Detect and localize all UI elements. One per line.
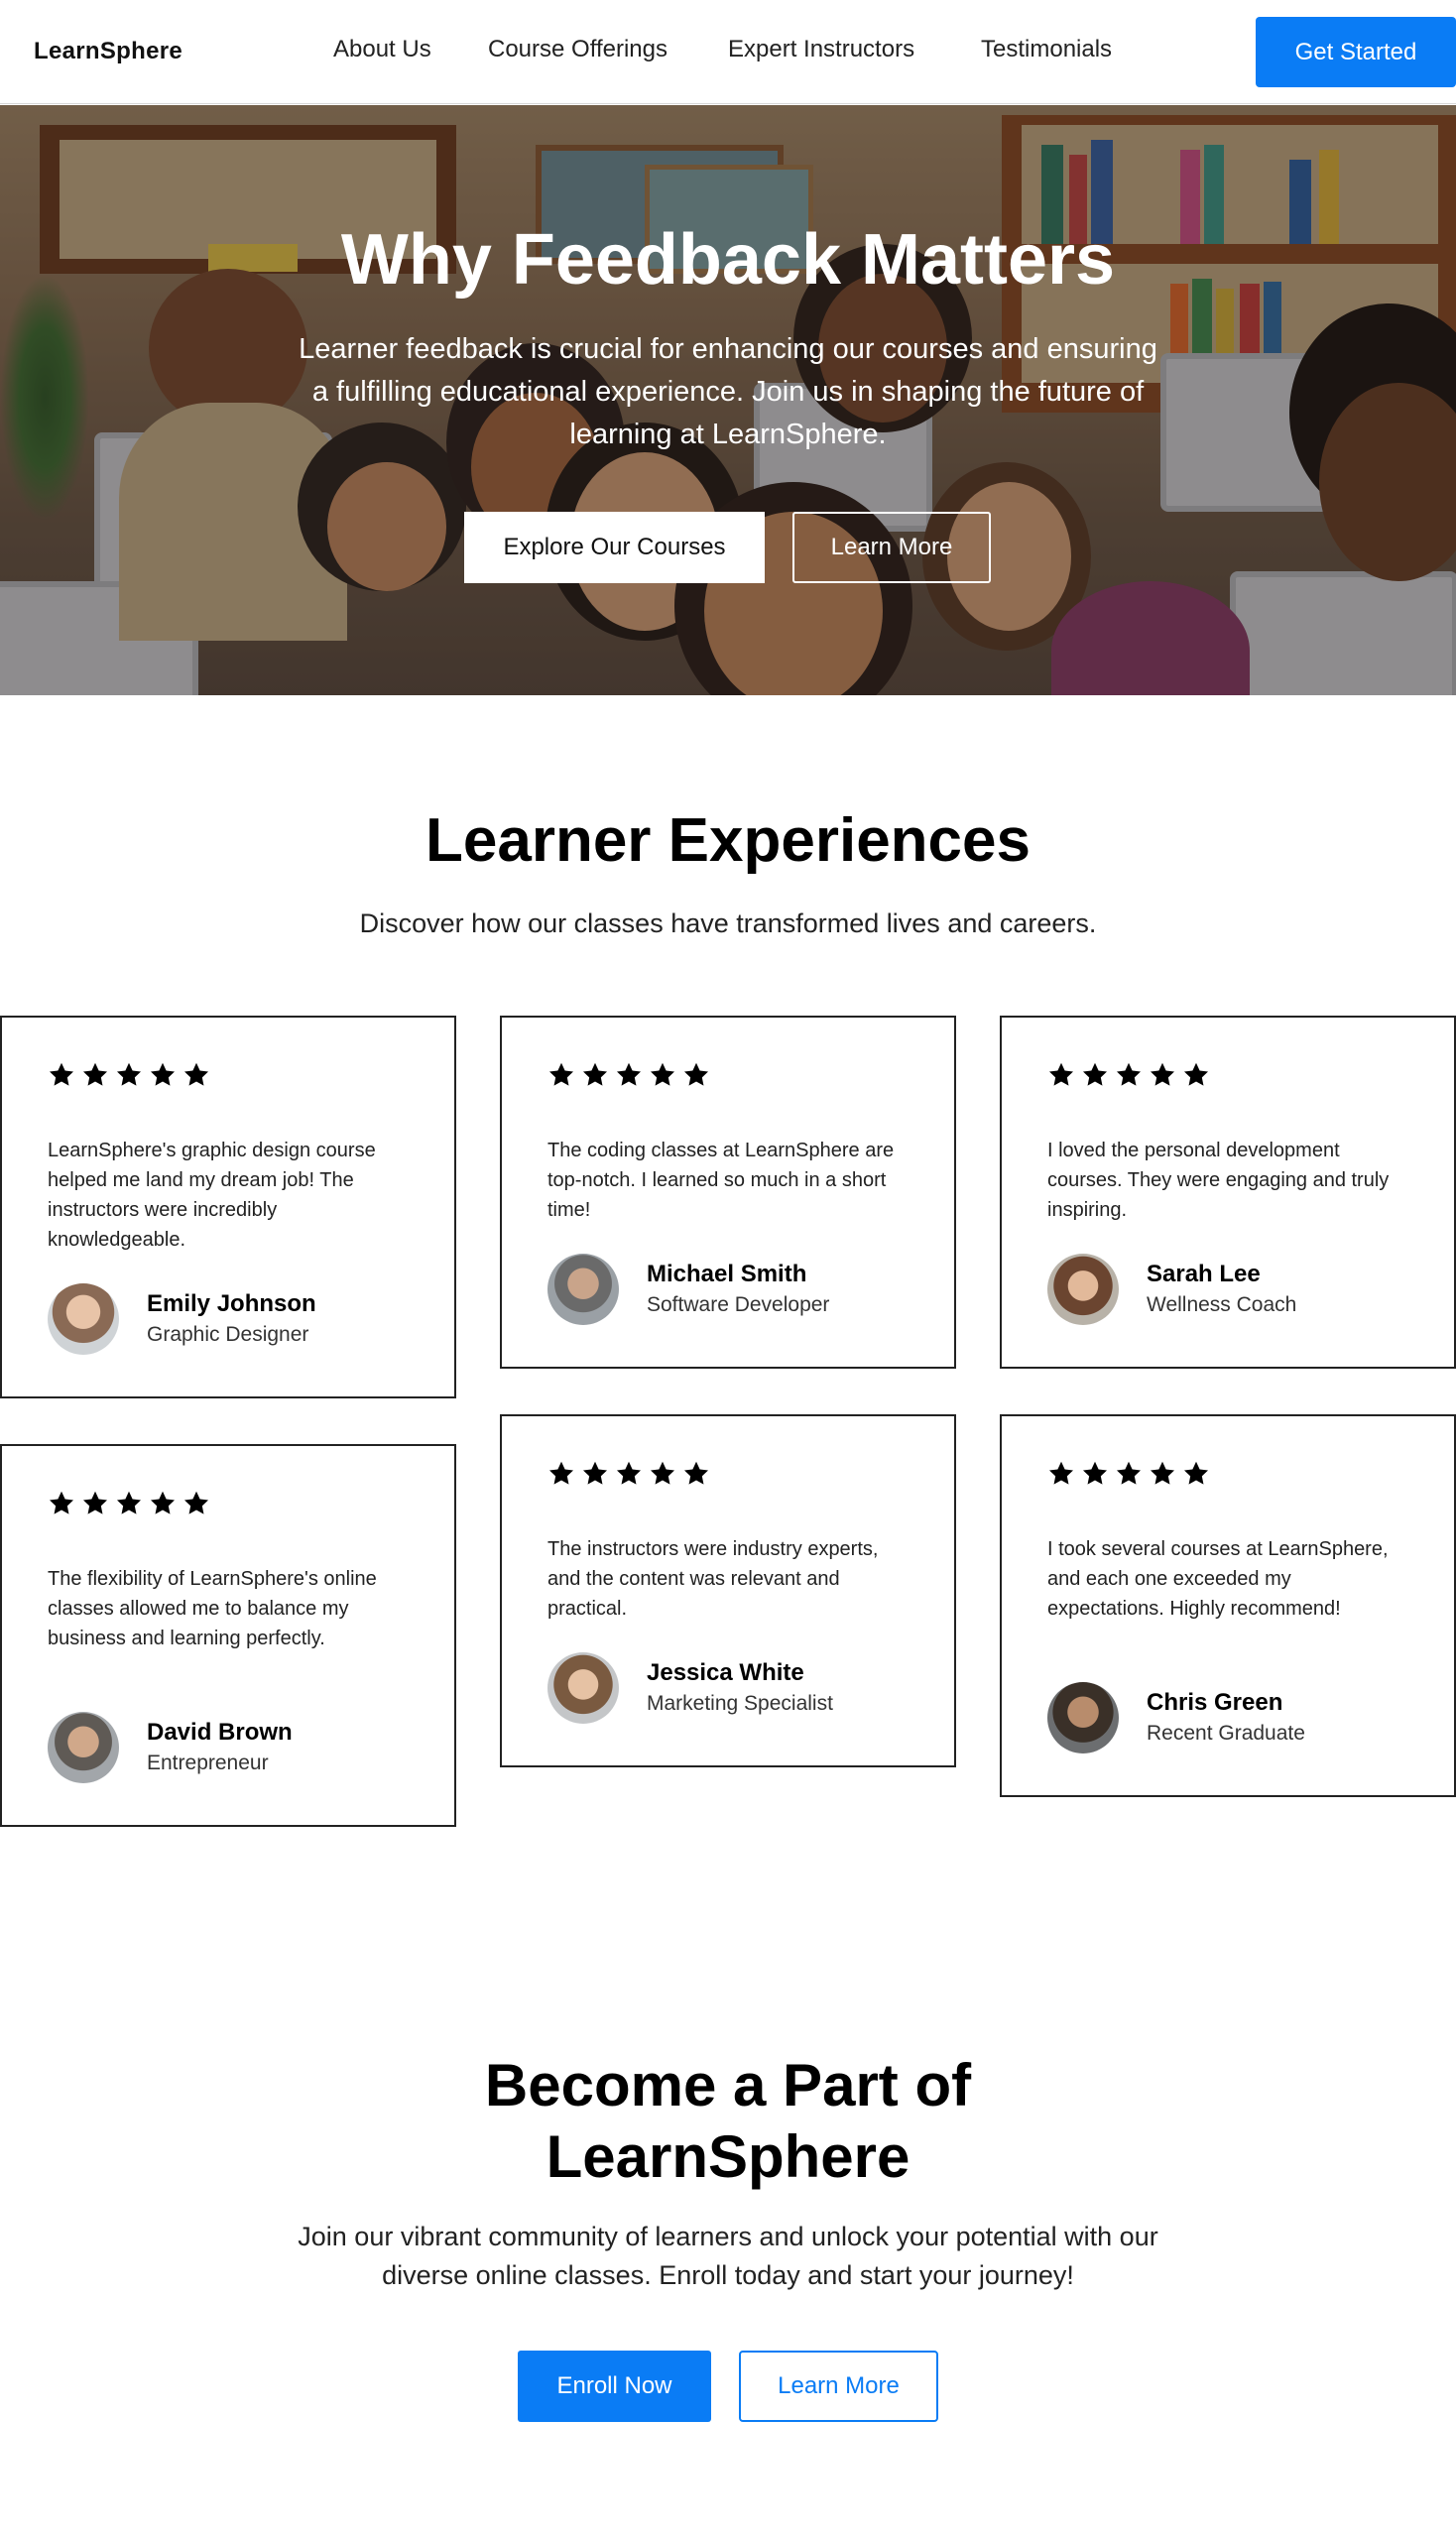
star-icon [650,1062,675,1086]
avatar [547,1254,619,1325]
star-icon [582,1461,608,1485]
explore-courses-button[interactable]: Explore Our Courses [464,512,765,583]
star-icon [683,1461,709,1485]
star-icon [548,1062,574,1086]
testimonial-card: The coding classes at LearnSphere are to… [500,1016,956,1369]
avatar [1047,1682,1119,1753]
testimonial-quote: The flexibility of LearnSphere's online … [48,1568,377,1649]
join-learn-more-button[interactable]: Learn More [739,2351,938,2422]
author-role: Marketing Specialist [647,1692,833,1715]
star-icon [49,1062,74,1086]
testimonial-card: I loved the personal development courses… [1000,1016,1456,1369]
hero-subtitle: Learner feedback is crucial for enhancin… [299,333,1157,450]
author-role: Graphic Designer [147,1323,309,1346]
star-icon [1082,1062,1108,1086]
star-icon [82,1491,108,1514]
testimonial-author: Sarah Lee Wellness Coach [1047,1254,1296,1325]
star-rating [547,1061,710,1089]
testimonial-author: Emily Johnson Graphic Designer [48,1283,316,1355]
author-name: Sarah Lee [1147,1261,1261,1287]
logo[interactable]: LearnSphere [34,38,182,65]
testimonial-author: Michael Smith Software Developer [547,1254,829,1325]
star-rating [48,1061,210,1089]
testimonial-quote: I took several courses at LearnSphere, a… [1047,1538,1389,1620]
star-icon [1150,1461,1175,1485]
nav-link-testimonials[interactable]: Testimonials [981,36,1112,63]
star-icon [82,1062,108,1086]
star-icon [1048,1062,1074,1086]
star-icon [1048,1461,1074,1485]
star-icon [650,1461,675,1485]
join-title: Become a Part of LearnSphere [0,2050,1456,2193]
star-icon [1082,1461,1108,1485]
hero-section: Why Feedback Matters Learner feedback is… [0,105,1456,695]
star-rating [48,1490,210,1517]
avatar [48,1283,119,1355]
nav-link-course-offerings[interactable]: Course Offerings [488,36,667,63]
avatar [1047,1254,1119,1325]
star-icon [616,1062,642,1086]
star-icon [116,1062,142,1086]
testimonial-quote: The coding classes at LearnSphere are to… [547,1140,895,1221]
star-icon [1116,1461,1142,1485]
hero-title: Why Feedback Matters [340,220,1116,300]
star-icon [1150,1062,1175,1086]
author-name: Michael Smith [647,1261,807,1287]
star-icon [1183,1062,1209,1086]
author-name: Emily Johnson [147,1290,316,1317]
star-icon [683,1062,709,1086]
experiences-subtitle: Discover how our classes have transforme… [359,908,1097,938]
testimonial-author: Chris Green Recent Graduate [1047,1682,1305,1753]
author-name: Jessica White [647,1659,804,1686]
star-icon [1183,1461,1209,1485]
author-role: Entrepreneur [147,1752,269,1774]
star-icon [150,1491,176,1514]
star-icon [183,1491,209,1514]
nav-link-expert-instructors[interactable]: Expert Instructors [728,36,914,63]
author-name: Chris Green [1147,1689,1283,1716]
testimonial-author: Jessica White Marketing Specialist [547,1652,833,1724]
testimonial-author: David Brown Entrepreneur [48,1712,293,1783]
star-icon [150,1062,176,1086]
testimonial-quote: I loved the personal development courses… [1047,1140,1390,1221]
star-icon [49,1491,74,1514]
testimonial-card: I took several courses at LearnSphere, a… [1000,1414,1456,1797]
nav-link-about-us[interactable]: About Us [333,36,431,63]
enroll-now-button[interactable]: Enroll Now [518,2351,711,2422]
author-name: David Brown [147,1719,293,1746]
join-title-line1: Become a Part of [484,2052,972,2118]
star-icon [183,1062,209,1086]
testimonial-card: LearnSphere's graphic design course help… [0,1016,456,1398]
testimonial-quote: The instructors were industry experts, a… [547,1538,879,1620]
avatar [547,1652,619,1724]
star-rating [1047,1460,1210,1488]
join-subtitle: Join our vibrant community of learners a… [298,2222,1158,2290]
avatar [48,1712,119,1783]
hero-learn-more-button[interactable]: Learn More [792,512,991,583]
star-rating [547,1460,710,1488]
star-icon [582,1062,608,1086]
author-role: Recent Graduate [1147,1722,1305,1745]
testimonial-card: The instructors were industry experts, a… [500,1414,956,1767]
experiences-title: Learner Experiences [425,806,1031,875]
star-rating [1047,1061,1210,1089]
author-role: Software Developer [647,1293,830,1316]
star-icon [548,1461,574,1485]
star-icon [616,1461,642,1485]
star-icon [116,1491,142,1514]
author-role: Wellness Coach [1147,1293,1297,1316]
top-navbar: LearnSphere About Us Course Offerings Ex… [0,0,1456,104]
star-icon [1116,1062,1142,1086]
testimonial-quote: LearnSphere's graphic design course help… [48,1140,376,1251]
get-started-button[interactable]: Get Started [1256,17,1456,87]
testimonial-card: The flexibility of LearnSphere's online … [0,1444,456,1827]
join-title-line2: LearnSphere [546,2123,910,2190]
